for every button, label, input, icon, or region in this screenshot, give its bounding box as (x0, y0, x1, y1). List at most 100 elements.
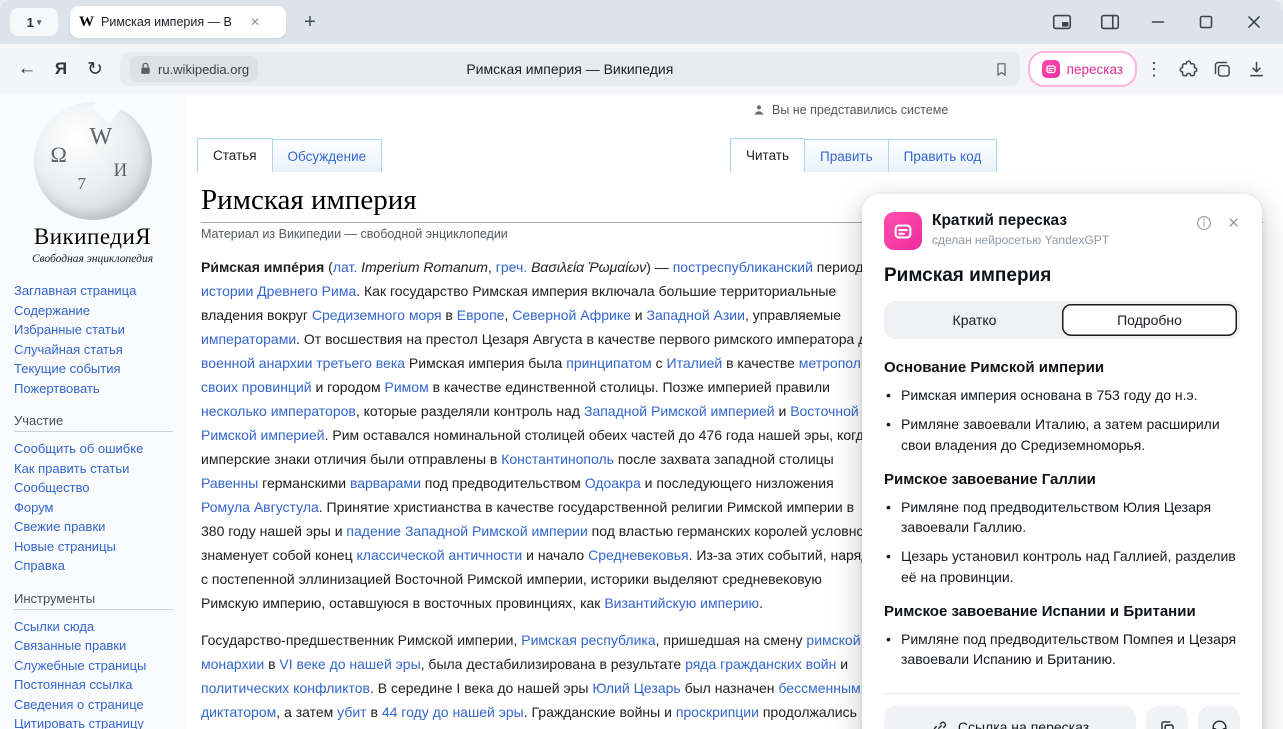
article-link[interactable]: истории Древнего Рима (201, 283, 356, 299)
article-link[interactable]: ряда гражданских войн (685, 656, 836, 672)
sidebar-link[interactable]: Форум (14, 498, 179, 518)
sidebar-link[interactable]: Избранные статьи (14, 320, 179, 340)
collections-icon[interactable] (1205, 52, 1239, 86)
article-link[interactable]: VI веке до нашей эры (279, 656, 420, 672)
site-domain-chip[interactable]: ru.wikipedia.org (130, 56, 258, 82)
sidebar-link[interactable]: Пожертвовать (14, 379, 179, 399)
menu-dots-icon[interactable]: ⋮ (1137, 52, 1171, 86)
sidebar-link[interactable]: Служебные страницы (14, 656, 179, 676)
minimize-icon[interactable] (1147, 11, 1169, 33)
sidebar-link[interactable]: Содержание (14, 301, 179, 321)
tab-edit-source[interactable]: Править код (889, 139, 998, 173)
copy-link-button[interactable]: Ссылка на пересказ (884, 706, 1136, 729)
article-link[interactable]: лат. (333, 259, 357, 275)
sidebar-link[interactable]: Связанные правки (14, 636, 179, 656)
article-link[interactable]: Ромула Августула (201, 499, 319, 515)
article-link[interactable]: несколько императоров (201, 403, 356, 419)
panel-divider (884, 693, 1240, 694)
sidebar-link[interactable]: Случайная статья (14, 340, 179, 360)
address-bar[interactable]: ru.wikipedia.org Римская империя — Викип… (120, 52, 1020, 86)
copy-link-label: Ссылка на пересказ (958, 719, 1089, 729)
article-link[interactable]: Римская республика (521, 632, 655, 648)
article-link[interactable]: варварами (350, 475, 421, 491)
article-link[interactable]: Константинополь (501, 451, 614, 467)
picture-in-picture-icon[interactable] (1051, 11, 1073, 33)
tab-counter[interactable]: 1 ▾ (10, 8, 58, 36)
article-link[interactable]: Равенны (201, 475, 258, 491)
sidebar-panel-icon[interactable] (1099, 11, 1121, 33)
retell-button[interactable]: пересказ (1028, 51, 1137, 87)
article-link[interactable]: проскрипции (676, 704, 759, 720)
tab-close-icon[interactable]: ✕ (248, 13, 262, 31)
downloads-icon[interactable] (1239, 52, 1273, 86)
wiki-wordmark[interactable]: ВикипедиЯ (0, 224, 185, 250)
maximize-icon[interactable] (1195, 11, 1217, 33)
listen-button[interactable] (1198, 706, 1240, 729)
article-link[interactable]: Западной Азии (647, 307, 745, 323)
wikipedia-favicon: W (79, 14, 94, 31)
article-link[interactable]: Северной Африке (512, 307, 631, 323)
tab-read[interactable]: Читать (730, 138, 805, 173)
article-link[interactable]: Юлий Цезарь (592, 680, 680, 696)
tab-talk[interactable]: Обсуждение (273, 139, 383, 173)
wiki-sidebar: Ω W И 7 ВикипедиЯ Свободная энциклопедия… (0, 94, 185, 729)
article-link[interactable]: Италией (667, 355, 723, 371)
summary-bullet: Цезарь установил контроль над Галлией, р… (884, 546, 1240, 587)
extensions-puzzle-icon[interactable] (1171, 52, 1205, 86)
sidebar-link[interactable]: Сообщество (14, 478, 179, 498)
active-tab[interactable]: W Римская империя — В ✕ (70, 6, 286, 38)
sidebar-link[interactable]: Заглавная страница (14, 281, 179, 301)
globe-glyph: W (90, 124, 113, 151)
article-link[interactable]: Средневековья (588, 547, 689, 563)
user-status[interactable]: Вы не представились системе (752, 103, 948, 117)
sidebar-link[interactable]: Сведения о странице (14, 695, 179, 715)
article-link[interactable]: политических конфликтов (201, 680, 370, 696)
toggle-detailed[interactable]: Подробно (1062, 304, 1237, 336)
article-link[interactable]: убит (337, 704, 366, 720)
sidebar-link[interactable]: Справка (14, 556, 179, 576)
info-icon[interactable] (1195, 214, 1213, 232)
back-icon[interactable]: ← (10, 52, 44, 86)
sidebar-link[interactable]: Как править статьи (14, 459, 179, 479)
copy-text-button[interactable] (1146, 706, 1188, 729)
sidebar-link[interactable]: Сообщить об ошибке (14, 439, 179, 459)
article-link[interactable]: Западной Римской империей (584, 403, 775, 419)
article-link[interactable]: Средиземного моря (312, 307, 442, 323)
sidebar-link[interactable]: Текущие события (14, 359, 179, 379)
sidebar-section-tools: Инструменты (14, 591, 173, 610)
article-link[interactable]: классической античности (357, 547, 523, 563)
new-tab-button[interactable]: + (296, 8, 324, 36)
sidebar-link[interactable]: Новые страницы (14, 537, 179, 557)
article-link[interactable]: принципатом (566, 355, 651, 371)
article-link[interactable]: Европе (457, 307, 505, 323)
article-link[interactable]: Римом (385, 379, 429, 395)
wikipedia-globe-logo[interactable]: Ω W И 7 (34, 102, 152, 220)
article-link[interactable]: греч. (496, 259, 527, 275)
close-panel-icon[interactable]: ✕ (1227, 214, 1240, 232)
toggle-brief[interactable]: Кратко (887, 304, 1062, 336)
link-icon (931, 718, 949, 729)
headphones-icon (1210, 718, 1229, 729)
article-link[interactable]: императорами (201, 331, 296, 347)
sidebar-nav-list: Заглавная страницаСодержаниеИзбранные ст… (0, 281, 185, 398)
tab-edit[interactable]: Править (805, 139, 889, 173)
sidebar-tools-list: Ссылки сюдаСвязанные правкиСлужебные стр… (0, 617, 185, 729)
bookmark-flag-icon[interactable] (993, 61, 1010, 78)
close-window-icon[interactable] (1243, 11, 1265, 33)
summary-section-heading: Римское завоевание Испании и Британии (884, 603, 1240, 620)
refresh-icon[interactable]: ↻ (78, 52, 112, 86)
yandex-icon[interactable]: Я (44, 52, 78, 86)
article-link[interactable]: военной анархии третьего века (201, 355, 405, 371)
article-link[interactable]: постреспубликанский (673, 259, 813, 275)
sidebar-link[interactable]: Постоянная ссылка (14, 675, 179, 695)
tab-article[interactable]: Статья (197, 138, 273, 173)
summary-mode-toggle: Кратко Подробно (884, 301, 1240, 339)
sidebar-link[interactable]: Ссылки сюда (14, 617, 179, 637)
sidebar-link[interactable]: Цитировать страницу (14, 714, 179, 729)
article-link[interactable]: Одоакра (585, 475, 641, 491)
article-link[interactable]: Византийскую империю (604, 595, 759, 611)
sidebar-link[interactable]: Свежие правки (14, 517, 179, 537)
article-link[interactable]: 44 году до нашей эры (382, 704, 524, 720)
globe-notch (91, 94, 125, 123)
article-link[interactable]: падение Западной Римской империи (346, 523, 587, 539)
